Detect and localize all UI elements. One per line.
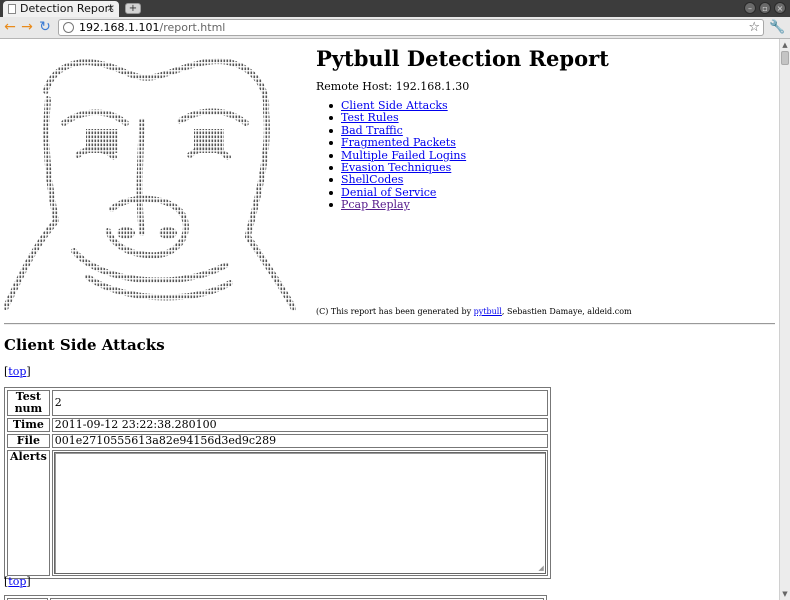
nav-link-bad-traffic[interactable]: Bad Traffic: [341, 124, 403, 137]
time-label: Time: [7, 418, 50, 432]
resize-grip-icon[interactable]: ◢: [538, 565, 543, 572]
nav-link-client-side-attacks[interactable]: Client Side Attacks: [341, 99, 448, 112]
wrench-icon[interactable]: 🔧: [769, 20, 785, 35]
top-link-row: [top]: [4, 365, 31, 378]
top-link-row: [top]: [4, 575, 31, 588]
test-num-value: 2: [51, 390, 548, 416]
nav-link-test-rules[interactable]: Test Rules: [341, 111, 399, 124]
nav-link-evasion-techniques[interactable]: Evasion Techniques: [341, 161, 451, 174]
minimize-icon[interactable]: –: [744, 2, 756, 14]
test-result-table: Test num 2 Time 2011-09-12 23:22:38.2801…: [4, 387, 551, 579]
nav-link-pcap-replay[interactable]: Pcap Replay: [341, 198, 410, 211]
address-bar[interactable]: 192.168.1.101/report.html ☆: [58, 19, 764, 36]
maximize-icon[interactable]: ▫: [759, 2, 771, 14]
nav-link-fragmented-packets[interactable]: Fragmented Packets: [341, 136, 456, 149]
forward-icon[interactable]: →: [20, 20, 34, 34]
section-nav: Client Side Attacks Test Rules Bad Traff…: [316, 99, 466, 212]
section-title: Client Side Attacks: [4, 336, 165, 354]
vertical-scrollbar[interactable]: ▲ ▼: [779, 39, 790, 600]
table-row: Test num 2: [7, 390, 548, 416]
scroll-down-icon[interactable]: ▼: [780, 589, 790, 599]
credit-line: (C) This report has been generated by py…: [316, 307, 632, 316]
nav-link-shellcodes[interactable]: ShellCodes: [341, 173, 403, 186]
url-text[interactable]: 192.168.1.101/report.html: [79, 20, 225, 35]
globe-icon: [63, 22, 74, 33]
tab-strip: Detection Report × + – ▫ ×: [0, 0, 790, 17]
tab-close-icon[interactable]: ×: [107, 1, 115, 17]
tab-title: Detection Report: [20, 2, 114, 15]
table-row: Alerts ◢: [7, 450, 548, 576]
table-row: File 001e2710555613a82e94156d3ed9c289: [7, 434, 548, 448]
file-value: 001e2710555613a82e94156d3ed9c289: [51, 434, 548, 448]
tab-detection-report[interactable]: Detection Report ×: [3, 1, 119, 17]
close-window-icon[interactable]: ×: [774, 2, 786, 14]
remote-host: Remote Host: 192.168.1.30: [316, 80, 470, 93]
back-icon[interactable]: ←: [3, 20, 17, 34]
nav-link-multiple-failed-logins[interactable]: Multiple Failed Logins: [341, 149, 466, 162]
nav-item-pcap-replay: Pcap Replay: [316, 198, 466, 211]
scroll-up-icon[interactable]: ▲: [780, 40, 790, 50]
next-test-table: [4, 595, 547, 600]
top-link[interactable]: top: [8, 365, 26, 378]
bookmark-star-icon[interactable]: ☆: [748, 20, 760, 35]
alerts-textarea[interactable]: ◢: [53, 452, 546, 574]
alerts-label: Alerts: [7, 450, 50, 576]
nav-link-denial-of-service[interactable]: Denial of Service: [341, 186, 436, 199]
top-link[interactable]: top: [8, 575, 26, 588]
new-tab-button[interactable]: +: [125, 3, 141, 14]
scroll-thumb[interactable]: [781, 51, 789, 65]
section-divider: [4, 323, 775, 325]
time-value: 2011-09-12 23:22:38.280100: [51, 418, 548, 432]
page-icon: [8, 4, 16, 14]
page-title: Pytbull Detection Report: [316, 46, 609, 71]
pig-ascii-logo: [4, 58, 296, 311]
page-viewport: Pytbull Detection Report Remote Host: 19…: [0, 39, 779, 600]
browser-toolbar: ← → ↻ 192.168.1.101/report.html ☆ 🔧: [0, 17, 790, 39]
test-num-label: Test num: [7, 390, 50, 416]
table-row: Time 2011-09-12 23:22:38.280100: [7, 418, 548, 432]
file-label: File: [7, 434, 50, 448]
pytbull-link[interactable]: pytbull: [474, 307, 502, 316]
reload-icon[interactable]: ↻: [38, 20, 52, 34]
